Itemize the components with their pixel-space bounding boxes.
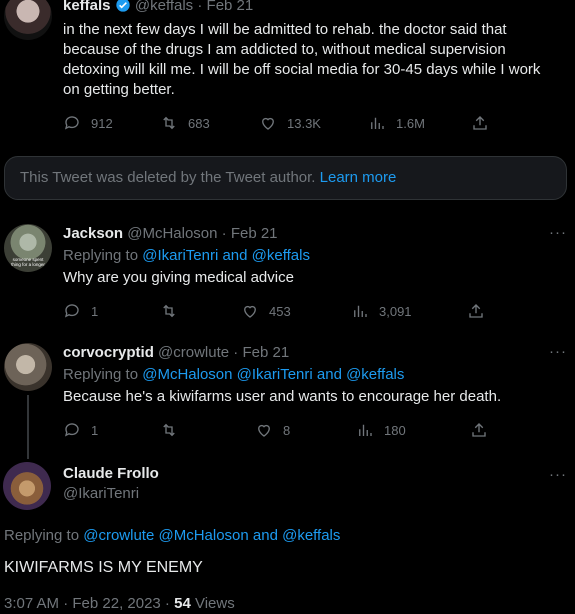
thread-line xyxy=(27,395,29,459)
views-label: Views xyxy=(194,595,235,612)
tweet-meta: 3:07 AM · Feb 22, 2023 · 54 Views xyxy=(4,594,235,614)
tweet-text: Why are you giving medical advice xyxy=(63,269,294,286)
retweet-button[interactable]: 683 xyxy=(160,114,210,132)
avatar[interactable] xyxy=(3,462,51,510)
retweet-button[interactable] xyxy=(160,302,178,320)
tweet-actions: 1 453 3,091 xyxy=(63,302,503,320)
deleted-tweet-notice: This Tweet was deleted by the Tweet auth… xyxy=(4,156,567,200)
like-button[interactable]: 8 xyxy=(255,421,290,439)
author-handle[interactable]: @crowlute xyxy=(158,344,229,361)
tweet-timestamp[interactable]: 3:07 AM · Feb 22, 2023 · xyxy=(4,595,170,612)
heart-icon xyxy=(258,424,270,437)
reply-button[interactable]: 1 xyxy=(63,421,98,439)
views-button[interactable]: 1.6M xyxy=(368,114,425,132)
avatar[interactable] xyxy=(4,0,52,40)
like-button[interactable]: 453 xyxy=(241,302,291,320)
heart-icon xyxy=(244,305,256,318)
author-name[interactable]: Claude Frollo xyxy=(63,464,159,484)
analytics-icon xyxy=(359,424,372,436)
avatar[interactable] xyxy=(4,343,52,391)
author-name[interactable]: corvocryptid xyxy=(63,344,154,361)
reply-icon xyxy=(64,304,79,318)
learn-more-link[interactable]: Learn more xyxy=(320,169,397,186)
retweet-icon xyxy=(163,116,175,130)
analytics-icon xyxy=(354,305,367,317)
analytics-icon xyxy=(371,117,384,129)
avatar[interactable]: someone spent thing for a longer xyxy=(4,224,52,272)
tweet-date[interactable]: Feb 21 xyxy=(207,0,254,14)
tweet-actions: 912 683 13.3K 1.6M xyxy=(63,114,503,132)
main-tweet[interactable]: keffals @keffals · Feb 21 in the next fe… xyxy=(0,0,575,150)
tweet-date[interactable]: Feb 21 xyxy=(231,225,278,242)
reply-button[interactable]: 1 xyxy=(63,302,98,320)
share-button[interactable] xyxy=(471,114,489,132)
author-name[interactable]: keffals xyxy=(63,0,111,14)
more-options-icon[interactable]: ··· xyxy=(549,466,567,483)
like-button[interactable]: 13.3K xyxy=(259,114,321,132)
share-button[interactable] xyxy=(467,302,485,320)
tweet-text: Because he's a kiwifarms user and wants … xyxy=(63,388,502,405)
heart-icon xyxy=(262,117,274,130)
share-icon xyxy=(469,304,483,318)
tweet-actions: 1 8 180 xyxy=(63,421,503,439)
tweet-text: in the next few days I will be admitted … xyxy=(63,21,541,98)
views-count: 54 xyxy=(174,595,191,612)
tweet-date[interactable]: Feb 21 xyxy=(242,344,289,361)
share-icon xyxy=(472,423,486,437)
reply-tweet[interactable]: someone spent thing for a longer Jackson… xyxy=(0,220,575,335)
share-button[interactable] xyxy=(470,421,488,439)
retweet-icon xyxy=(163,304,175,318)
more-options-icon[interactable]: ··· xyxy=(549,224,567,241)
more-options-icon[interactable]: ··· xyxy=(549,343,567,360)
replying-to-links[interactable]: @McHaloson @IkariTenri and @keffals xyxy=(142,366,404,383)
retweet-icon xyxy=(163,423,175,437)
views-button[interactable]: 180 xyxy=(356,421,406,439)
verified-badge-icon xyxy=(116,0,130,12)
retweet-button[interactable] xyxy=(160,421,178,439)
reply-icon xyxy=(64,116,79,130)
tweet-text: KIWIFARMS IS MY ENEMY xyxy=(4,559,203,576)
share-icon xyxy=(473,116,487,130)
views-button[interactable]: 3,091 xyxy=(351,302,412,320)
replying-to-links[interactable]: @crowlute @McHaloson and @keffals xyxy=(83,527,340,544)
reply-icon xyxy=(64,423,79,437)
author-handle[interactable]: @IkariTenri xyxy=(63,484,159,504)
author-handle[interactable]: @keffals xyxy=(135,0,193,14)
replying-to-links[interactable]: @IkariTenri and @keffals xyxy=(142,247,310,264)
author-handle[interactable]: @McHaloson xyxy=(127,225,217,242)
author-name[interactable]: Jackson xyxy=(63,225,123,242)
reply-button[interactable]: 912 xyxy=(63,114,113,132)
reply-tweet[interactable]: corvocryptid @crowlute · Feb 21 ··· Repl… xyxy=(0,341,575,459)
deleted-text: This Tweet was deleted by the Tweet auth… xyxy=(20,169,316,186)
focused-tweet: Claude Frollo @IkariTenri ··· Replying t… xyxy=(0,462,575,614)
